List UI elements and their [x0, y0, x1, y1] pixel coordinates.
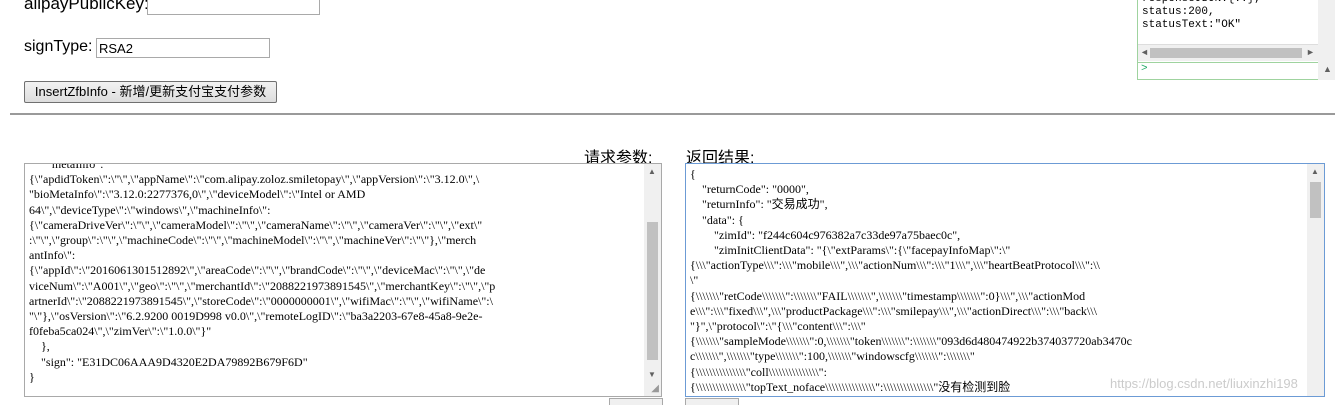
- scroll-left-icon[interactable]: ◄: [1140, 47, 1149, 57]
- response-result-text: { "returnCode": "0000", "returnInfo": "交…: [686, 164, 1324, 396]
- response-line: "zimId": "f244c604c976382a7c33de97a75bae…: [690, 227, 961, 242]
- response-action-button[interactable]: [685, 398, 739, 405]
- debug-console: responseJSON:{..}, status:200, statusTex…: [1137, 0, 1335, 80]
- response-line: "zimInitClientData": "{\"extParams\":{\"…: [690, 243, 1011, 258]
- response-line: {\\\\\\\\\\\\\\\"topText_noface\\\\\\\\\…: [690, 379, 1011, 394]
- console-output: responseJSON:{..}, status:200, statusTex…: [1142, 0, 1261, 32]
- console-horizontal-scrollbar[interactable]: ◄ ►: [1138, 44, 1318, 61]
- response-line: "}",\"protocol\":\"{\\\"content\\\":\\\": [690, 319, 866, 334]
- console-input[interactable]: >: [1138, 62, 1318, 79]
- watermark: https://blog.csdn.net/liuxinzhi198: [1110, 376, 1298, 391]
- request-scroll-thumb[interactable]: [647, 222, 658, 360]
- console-vertical-scrollbar[interactable]: ▲: [1318, 0, 1335, 80]
- console-prompt-icon: >: [1141, 63, 1148, 75]
- response-line: \": [690, 273, 699, 288]
- console-scroll-thumb[interactable]: [1150, 48, 1302, 58]
- response-line: e\\\":\\\"fixed\\\",\\\"productPackage\\…: [690, 303, 1097, 318]
- sign-type-label: signType:: [24, 38, 93, 55]
- alipay-public-key-field[interactable]: [147, 0, 320, 15]
- response-line: "returnInfo": "交易成功",: [690, 197, 828, 212]
- response-result-textarea[interactable]: { "returnCode": "0000", "returnInfo": "交…: [685, 163, 1325, 397]
- response-vertical-scrollbar[interactable]: ▲: [1307, 164, 1324, 396]
- scroll-down-icon[interactable]: ▼: [648, 370, 656, 379]
- response-scroll-thumb[interactable]: [1310, 182, 1321, 218]
- response-line: {\\\\\\\\\\\\\\\"coll\\\\\\\\\\\\\\\":: [690, 364, 827, 379]
- response-line: "data": {: [690, 212, 744, 227]
- scroll-up-icon[interactable]: ▲: [1311, 167, 1319, 176]
- console-lines: responseJSON:{..}, status:200, statusTex…: [1142, 0, 1261, 31]
- scroll-up-icon[interactable]: ▲: [1323, 64, 1332, 74]
- response-line: "returnCode": "0000",: [690, 182, 809, 197]
- response-line: {: [690, 167, 696, 181]
- request-submit-button[interactable]: [609, 398, 663, 405]
- insert-zfb-info-button[interactable]: InsertZfbInfo - 新增/更新支付宝支付参数: [24, 81, 277, 103]
- request-params-textarea[interactable]: "metaInfo": " {\"apdidToken\":\"\",\"app…: [24, 163, 662, 397]
- sign-type-field[interactable]: [96, 38, 270, 58]
- scroll-right-icon[interactable]: ►: [1306, 47, 1315, 57]
- response-line: c\\\\\\\",\\\\\\\"type\\\\\\\":100,\\\\\…: [690, 349, 975, 364]
- request-params-text: "metaInfo": " {\"apdidToken\":\"\",\"app…: [29, 163, 496, 384]
- request-vertical-scrollbar[interactable]: ▲ ▼: [644, 164, 661, 396]
- response-line: {\\\\\\\"retCode\\\\\\\":\\\\\\\"FAIL\\\…: [690, 288, 1086, 303]
- section-divider: [10, 113, 1335, 115]
- scroll-up-icon[interactable]: ▲: [648, 167, 656, 176]
- alipay-public-key-label: alipayPublicKey:: [24, 0, 149, 13]
- resize-grip-icon[interactable]: ◢: [651, 383, 659, 394]
- response-line: {\\\"actionType\\\":\\\"mobile\\\",\\\"a…: [690, 258, 1100, 273]
- response-line: {\\\\\\\"sampleMode\\\\\\\":0,\\\\\\\"to…: [690, 334, 1132, 349]
